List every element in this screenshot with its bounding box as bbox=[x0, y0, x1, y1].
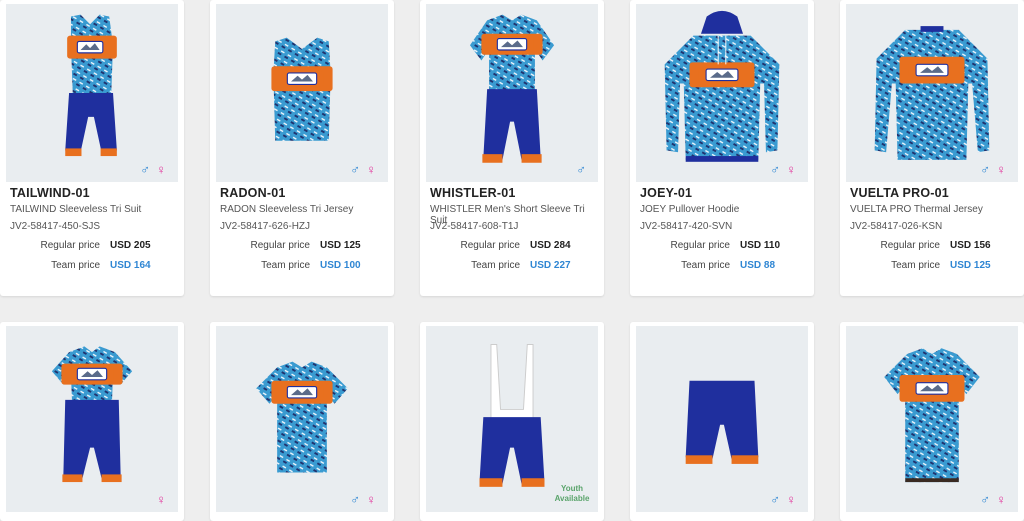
garment-illustration bbox=[469, 14, 555, 163]
regular-price-label: Regular price bbox=[250, 240, 310, 251]
product-image[interactable]: ♀ bbox=[6, 326, 178, 512]
product-name[interactable]: VUELTA PRO-01 bbox=[850, 186, 949, 200]
product-image[interactable]: ♀ ♂ bbox=[636, 4, 808, 182]
regular-price: USD 125 bbox=[320, 240, 361, 251]
garment-illustration bbox=[65, 14, 117, 157]
team-price: USD 100 bbox=[320, 260, 361, 271]
female-icon: ♀ bbox=[996, 162, 1006, 177]
regular-price: USD 284 bbox=[530, 240, 571, 251]
product-sku: JV2-58417-608-T1J bbox=[430, 221, 519, 232]
female-icon: ♀ bbox=[366, 162, 376, 177]
product-sku: JV2-58417-026-KSN bbox=[850, 221, 943, 232]
product-card[interactable]: ♂ WHISTLER-01 WHISTLER Men's Short Sleev… bbox=[420, 0, 604, 296]
male-icon: ♂ bbox=[576, 162, 586, 177]
regular-price: USD 205 bbox=[110, 240, 151, 251]
product-name[interactable]: WHISTLER-01 bbox=[430, 186, 516, 200]
product-card[interactable]: ♀ bbox=[0, 322, 184, 521]
product-card[interactable]: ♀ ♂ bbox=[840, 322, 1024, 521]
product-description: JOEY Pullover Hoodie bbox=[640, 204, 740, 215]
team-price-label: Team price bbox=[261, 260, 310, 271]
product-description: VUELTA PRO Thermal Jersey bbox=[850, 204, 983, 215]
female-icon: ♀ bbox=[156, 162, 166, 177]
product-card[interactable]: ♀ ♂ VUELTA PRO-01 VUELTA PRO Thermal Jers… bbox=[840, 0, 1024, 296]
male-icon: ♂ bbox=[980, 492, 990, 507]
garment-illustration bbox=[685, 380, 759, 464]
male-icon: ♂ bbox=[350, 162, 360, 177]
product-description: TAILWIND Sleeveless Tri Suit bbox=[10, 204, 142, 215]
youth-available-badge: Youth Available bbox=[554, 484, 590, 503]
team-price: USD 227 bbox=[530, 260, 571, 271]
team-price: USD 164 bbox=[110, 260, 151, 271]
garment-illustration bbox=[884, 348, 980, 483]
product-image[interactable]: ♀ ♂ bbox=[216, 4, 388, 182]
male-icon: ♂ bbox=[770, 162, 780, 177]
female-icon: ♀ bbox=[786, 162, 796, 177]
female-icon: ♀ bbox=[366, 492, 376, 507]
garment-illustration bbox=[271, 37, 333, 141]
garment-illustration bbox=[874, 26, 990, 160]
product-card[interactable]: ♀ ♂ bbox=[630, 322, 814, 521]
product-image[interactable]: Youth Available bbox=[426, 326, 598, 512]
regular-price-label: Regular price bbox=[670, 240, 730, 251]
product-name[interactable]: TAILWIND-01 bbox=[10, 186, 90, 200]
female-icon: ♀ bbox=[786, 492, 796, 507]
product-name[interactable]: JOEY-01 bbox=[640, 186, 692, 200]
female-icon: ♀ bbox=[996, 492, 1006, 507]
product-card[interactable]: ♀ ♂ bbox=[210, 322, 394, 521]
product-card[interactable]: ♀ ♂ JOEY-01 JOEY Pullover Hoodie JV2-5841… bbox=[630, 0, 814, 296]
product-card[interactable]: Youth Available bbox=[420, 322, 604, 521]
male-icon: ♂ bbox=[140, 162, 150, 177]
regular-price: USD 156 bbox=[950, 240, 991, 251]
product-image[interactable]: ♀ ♂ bbox=[6, 4, 178, 182]
team-price-label: Team price bbox=[681, 260, 730, 271]
male-icon: ♂ bbox=[980, 162, 990, 177]
product-image[interactable]: ♂ bbox=[426, 4, 598, 182]
product-sku: JV2-58417-626-HZJ bbox=[220, 221, 311, 232]
product-card[interactable]: ♀ ♂ RADON-01 RADON Sleeveless Tri Jersey … bbox=[210, 0, 394, 296]
regular-price-label: Regular price bbox=[880, 240, 940, 251]
female-icon: ♀ bbox=[156, 492, 166, 507]
team-price: USD 88 bbox=[740, 260, 776, 271]
product-image[interactable]: ♀ ♂ bbox=[216, 326, 388, 512]
product-description: RADON Sleeveless Tri Jersey bbox=[220, 204, 354, 215]
team-price-label: Team price bbox=[471, 260, 520, 271]
male-icon: ♂ bbox=[770, 492, 780, 507]
garment-illustration bbox=[51, 346, 133, 483]
male-icon: ♂ bbox=[350, 492, 360, 507]
product-sku: JV2-58417-450-SJS bbox=[10, 221, 101, 232]
product-name[interactable]: RADON-01 bbox=[220, 186, 286, 200]
regular-price-label: Regular price bbox=[40, 240, 100, 251]
product-image[interactable]: ♀ ♂ bbox=[846, 4, 1018, 182]
garment-illustration bbox=[664, 10, 780, 162]
regular-price: USD 110 bbox=[740, 240, 781, 251]
regular-price-label: Regular price bbox=[460, 240, 520, 251]
garment-illustration bbox=[256, 361, 348, 473]
product-image[interactable]: ♀ ♂ bbox=[846, 326, 1018, 512]
product-card[interactable]: ♀ ♂ TAILWIND-01 TAILWIND Sleeveless Tri S… bbox=[0, 0, 184, 296]
team-price-label: Team price bbox=[891, 260, 940, 271]
product-image[interactable]: ♀ ♂ bbox=[636, 326, 808, 512]
team-price: USD 125 bbox=[950, 260, 991, 271]
team-price-label: Team price bbox=[51, 260, 100, 271]
product-sku: JV2-58417-420-SVN bbox=[640, 221, 733, 232]
